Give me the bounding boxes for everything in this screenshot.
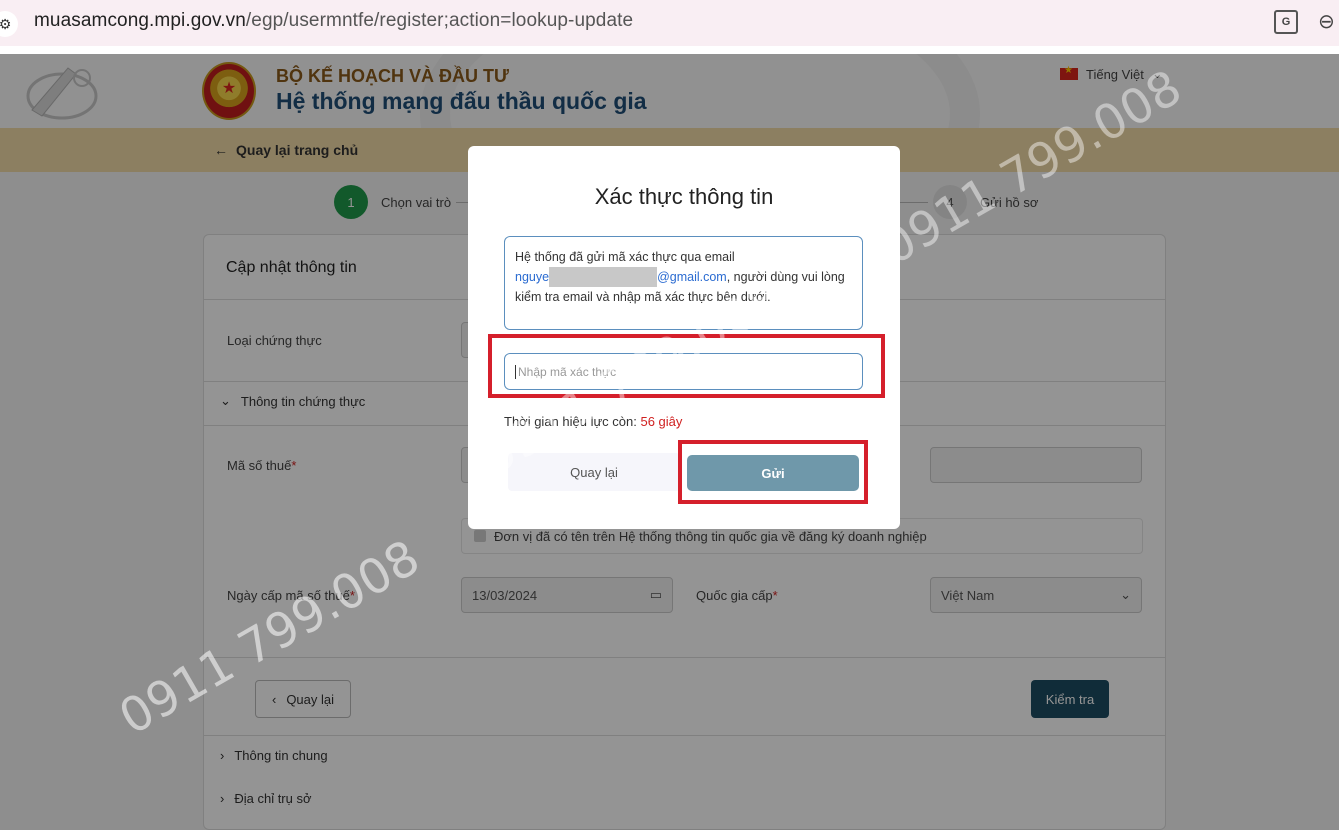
site-settings-icon[interactable]: ⚙ <box>0 11 18 37</box>
translate-icon[interactable]: G <box>1274 10 1298 34</box>
modal-title: Xác thực thông tin <box>594 184 774 209</box>
browser-address-bar[interactable]: ⚙ muasamcong.mpi.gov.vn/egp/usermntfe/re… <box>0 0 1339 46</box>
browser-divider <box>0 46 1339 54</box>
email-address: nguye @gmail.com <box>515 267 727 287</box>
url-text[interactable]: muasamcong.mpi.gov.vn/egp/usermntfe/regi… <box>34 10 633 32</box>
annotation-box-send <box>678 440 868 504</box>
zoom-icon[interactable]: ⊖ <box>1318 9 1335 34</box>
redaction-mask <box>549 267 658 287</box>
timer-seconds: 56 giây <box>640 414 683 429</box>
